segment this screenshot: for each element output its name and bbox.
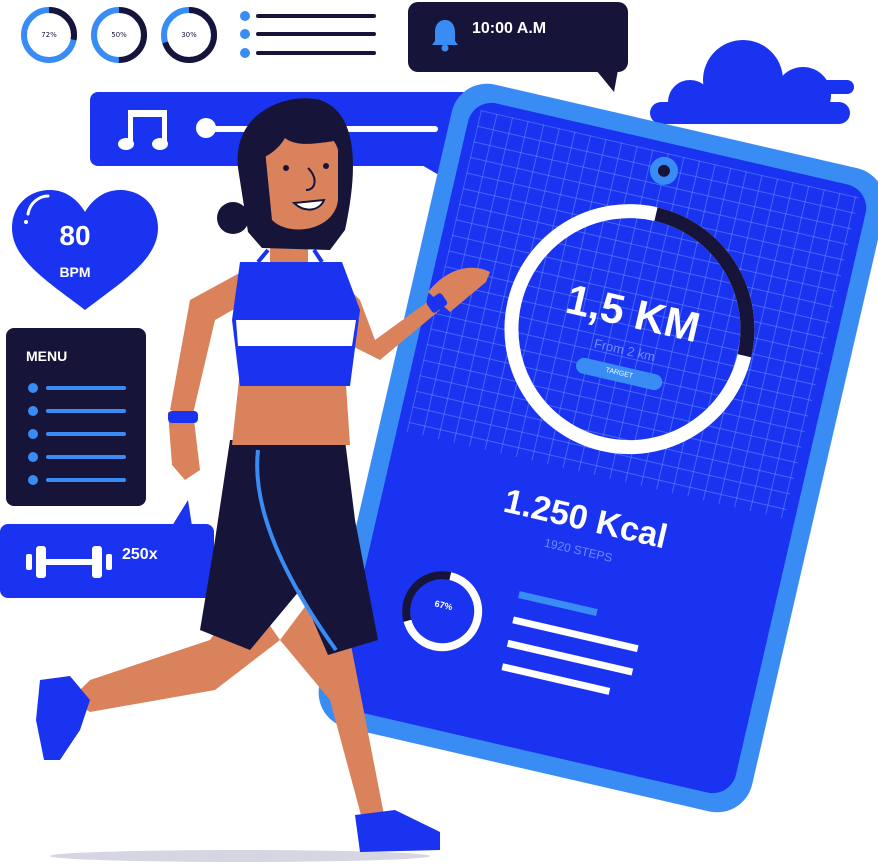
runner-woman-illustration [36, 98, 490, 862]
right-shoe [355, 810, 440, 852]
